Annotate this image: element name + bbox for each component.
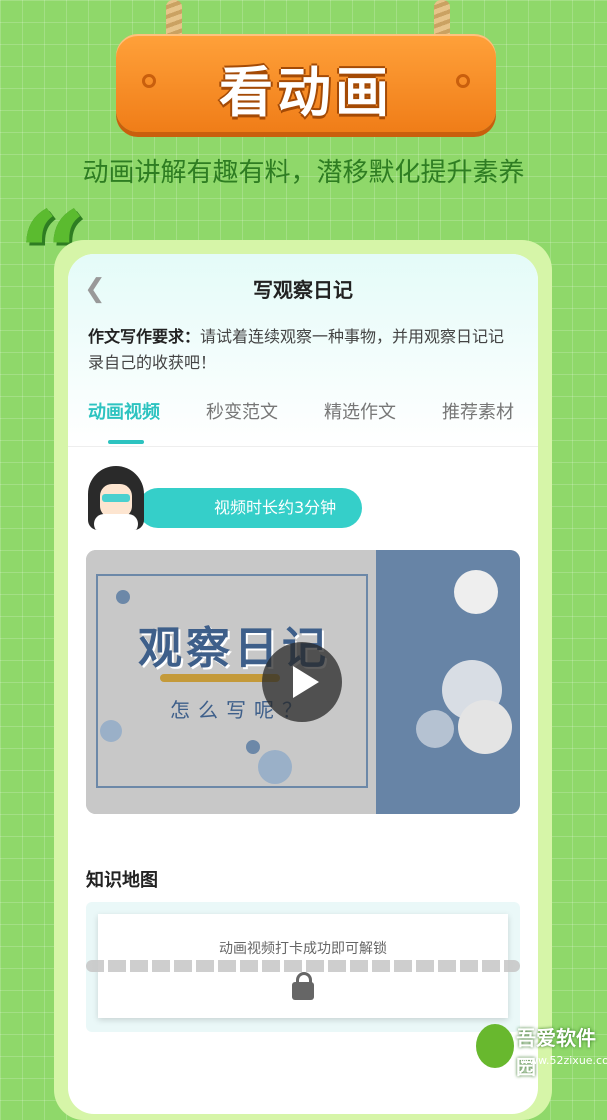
tab-selected-essays[interactable]: 精选作文 — [324, 398, 396, 424]
unlock-hint: 动画视频打卡成功即可解锁 — [219, 941, 387, 957]
watermark-logo-icon — [476, 1024, 514, 1068]
cartoon-avatar — [88, 466, 144, 530]
video-thumbnail-right — [376, 550, 520, 814]
decor-circle — [116, 590, 130, 604]
watermark-url: www.52zixue.com — [520, 1054, 607, 1067]
sign-title: 看动画 — [219, 61, 393, 124]
tab-bar: 动画视频 秒变范文 精选作文 推荐素材 — [68, 398, 538, 447]
page-title: 写观察日记 — [253, 278, 353, 302]
video-player[interactable]: 观察日记 怎么写呢？ — [86, 550, 520, 814]
watermark-name: 吾爱软件园 — [516, 1026, 596, 1079]
decor-circle — [258, 750, 292, 784]
play-icon[interactable] — [262, 642, 342, 722]
tab-model-essay[interactable]: 秒变范文 — [206, 398, 278, 424]
writing-requirement: 作文写作要求：请试着连续观察一种事物，并用观察日记记录自己的收获吧！ — [88, 324, 518, 376]
locked-knowledge-map[interactable]: 动画视频打卡成功即可解锁 — [86, 914, 520, 1018]
chain-icon — [86, 960, 520, 972]
title-sign: 看动画 — [116, 34, 496, 132]
duration-text: 视频时长约3分钟 — [214, 498, 337, 517]
decor-circle — [454, 570, 498, 614]
tab-animation-video[interactable]: 动画视频 — [88, 398, 160, 424]
tab-recommended-materials[interactable]: 推荐素材 — [442, 398, 514, 424]
decor-circle — [416, 710, 454, 748]
decor-circle — [246, 740, 260, 754]
watermark: 吾爱软件园 www.52zixue.com — [476, 1016, 607, 1079]
decor-circle — [458, 700, 512, 754]
app-screen: ❮ 写观察日记 作文写作要求：请试着连续观察一种事物，并用观察日记记录自己的收获… — [68, 254, 538, 1114]
avatar-glasses — [102, 494, 130, 502]
requirement-label: 作文写作要求： — [88, 327, 201, 346]
decor-circle — [100, 720, 122, 742]
tagline: 动画讲解有趣有料，潜移默化提升素养 — [82, 158, 525, 188]
active-tab-indicator — [108, 440, 144, 444]
avatar-body — [94, 514, 138, 530]
knowledge-map-title: 知识地图 — [86, 870, 158, 891]
lock-icon — [292, 972, 314, 1000]
duration-bubble: 视频时长约3分钟 — [138, 488, 363, 528]
